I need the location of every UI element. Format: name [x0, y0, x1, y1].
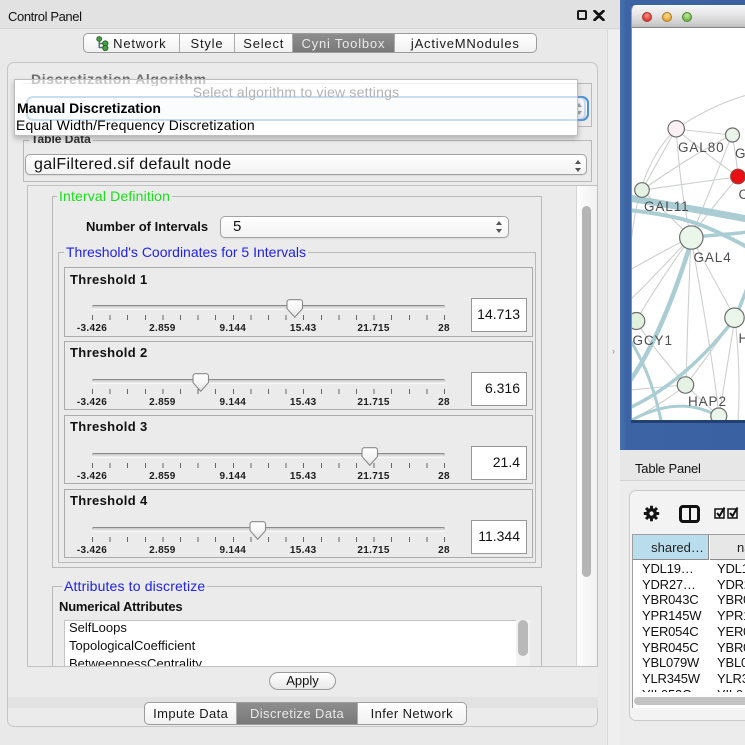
svg-text:GA: GA — [735, 146, 745, 161]
svg-text:CB: CB — [739, 187, 745, 202]
svg-text:GAL11: GAL11 — [644, 199, 690, 214]
svg-text:HA: HA — [739, 331, 745, 346]
svg-text:GAL4: GAL4 — [694, 250, 732, 265]
svg-text:GAL80: GAL80 — [678, 140, 725, 155]
svg-text:HAP2: HAP2 — [688, 394, 727, 409]
svg-text:GCY1: GCY1 — [633, 333, 673, 348]
